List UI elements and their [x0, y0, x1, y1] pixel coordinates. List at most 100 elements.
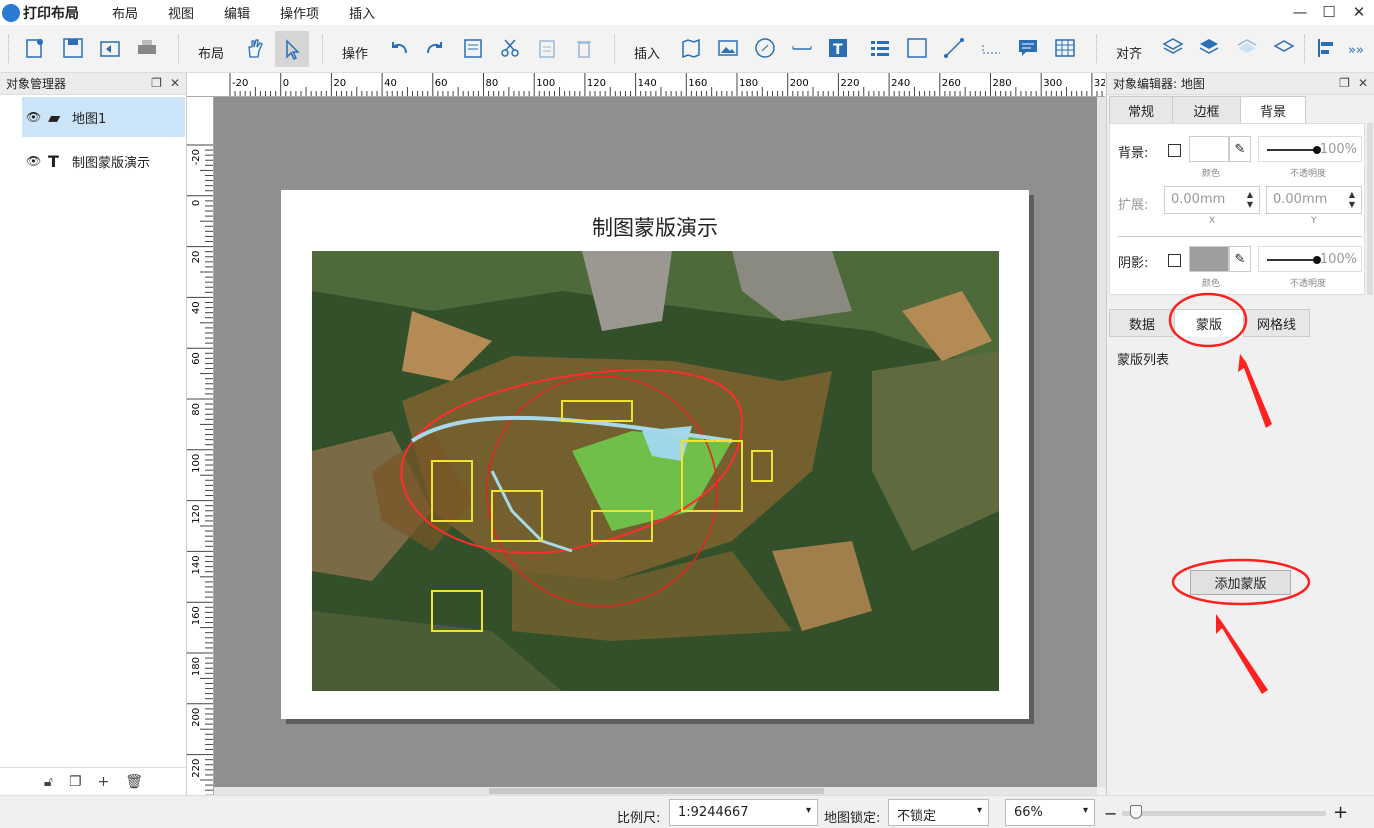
shadow-color-swatch[interactable]: [1189, 246, 1229, 272]
toolbar-group-operate: 操作: [342, 47, 369, 62]
insert-line-icon[interactable]: [941, 35, 967, 61]
background-checkbox[interactable]: [1168, 144, 1181, 157]
ruler-label: 180: [191, 657, 202, 676]
export-icon[interactable]: [97, 35, 123, 61]
mask-list-label: 蒙版列表: [1117, 353, 1170, 368]
align-left-icon[interactable]: [1314, 35, 1340, 61]
settings-scrollbar[interactable]: [1367, 123, 1373, 295]
copy-icon[interactable]: ❐: [69, 774, 82, 790]
insert-map-icon[interactable]: [678, 35, 704, 61]
visibility-eye-icon[interactable]: 👁: [26, 154, 42, 168]
tab-data[interactable]: 数据: [1109, 309, 1175, 337]
menu-edit[interactable]: 编辑: [224, 3, 250, 22]
map-lock-select[interactable]: 不锁定 ▾: [888, 799, 989, 826]
scale-select[interactable]: 1:9244667 ▾: [669, 799, 818, 826]
map-frame[interactable]: [312, 251, 999, 691]
minimize-button[interactable]: —: [1285, 2, 1315, 22]
toolbar-group-insert: 插入: [634, 47, 661, 62]
ruler-label: 100: [191, 454, 202, 473]
tab-gridlines[interactable]: 网格线: [1243, 309, 1310, 337]
paste-icon[interactable]: [534, 35, 560, 61]
undo-icon[interactable]: [386, 35, 412, 61]
print-icon[interactable]: [134, 35, 160, 61]
extend-x-spinbox[interactable]: 0.00mm ▲ ▼: [1164, 186, 1260, 214]
float-panel-icon[interactable]: ❐: [1339, 76, 1350, 90]
eyedropper-icon[interactable]: ✎: [1229, 246, 1251, 272]
map-lock-label: 地图锁定:: [824, 811, 881, 826]
canvas-horizontal-scrollbar[interactable]: [214, 787, 1097, 795]
close-panel-icon[interactable]: ✕: [1358, 76, 1368, 90]
background-color-swatch[interactable]: [1189, 136, 1229, 162]
copy-format-icon[interactable]: [460, 35, 486, 61]
menu-operations[interactable]: 操作项: [280, 3, 319, 22]
redo-icon[interactable]: [422, 35, 448, 61]
scale-label: 比例尺:: [617, 811, 661, 826]
bring-forward-icon[interactable]: [1196, 35, 1222, 61]
send-to-back-icon[interactable]: [1271, 35, 1297, 61]
cut-icon[interactable]: [497, 35, 523, 61]
page-title[interactable]: 制图蒙版演示: [281, 212, 1029, 242]
color-caption: 颜色: [1202, 279, 1221, 289]
tree-item-map1[interactable]: 👁 ▰ 地图1: [22, 97, 185, 137]
close-window-button[interactable]: ✕: [1344, 2, 1374, 22]
insert-rectangle-icon[interactable]: [904, 35, 930, 61]
insert-legend-icon[interactable]: [867, 35, 893, 61]
float-panel-icon[interactable]: ❐: [151, 76, 162, 90]
zoom-in-button[interactable]: +: [1333, 802, 1348, 823]
spin-arrows-icon[interactable]: ▲ ▼: [1247, 190, 1253, 210]
zoom-value: 66%: [1014, 805, 1043, 820]
background-opacity-slider[interactable]: 100%: [1258, 136, 1362, 162]
layout-page[interactable]: 制图蒙版演示: [281, 190, 1029, 719]
select-pointer-icon[interactable]: [275, 31, 309, 67]
slider-track: [1267, 259, 1315, 261]
app-title: 打印布局: [23, 5, 79, 22]
delete-icon[interactable]: 🗑︎: [125, 774, 143, 790]
lock-icon[interactable]: 🔓︎: [44, 774, 53, 790]
shadow-opacity-slider[interactable]: 100%: [1258, 246, 1362, 272]
insert-scalebar-icon[interactable]: [789, 35, 815, 61]
insert-image-icon[interactable]: [715, 35, 741, 61]
ruler-label: 300: [1043, 78, 1062, 89]
add-mask-button[interactable]: 添加蒙版: [1190, 570, 1291, 595]
pan-hand-icon[interactable]: [242, 35, 268, 61]
menu-view[interactable]: 视图: [168, 3, 194, 22]
toolbar-more-button[interactable]: »»: [1348, 43, 1364, 58]
zoom-slider[interactable]: [1122, 805, 1326, 819]
ruler-label: 320: [1094, 78, 1105, 89]
extend-y-spinbox[interactable]: 0.00mm ▲ ▼: [1266, 186, 1362, 214]
menu-layout[interactable]: 布局: [112, 3, 138, 22]
insert-polyline-icon[interactable]: [978, 35, 1004, 61]
zoom-select[interactable]: 66% ▾: [1005, 799, 1095, 826]
new-layout-icon[interactable]: [22, 35, 48, 61]
canvas-vertical-scrollbar[interactable]: [1097, 97, 1106, 787]
insert-text-icon[interactable]: T: [825, 35, 851, 61]
send-backward-icon[interactable]: [1234, 35, 1260, 61]
insert-compass-icon[interactable]: [752, 35, 778, 61]
shadow-checkbox[interactable]: [1168, 254, 1181, 267]
close-panel-icon[interactable]: ✕: [170, 76, 180, 90]
tab-general[interactable]: 常规: [1109, 96, 1173, 124]
visibility-eye-icon[interactable]: 👁: [26, 110, 42, 124]
save-icon[interactable]: [60, 35, 86, 61]
zoom-slider-knob[interactable]: [1130, 805, 1143, 819]
maximize-button[interactable]: ☐: [1314, 2, 1344, 22]
eyedropper-icon[interactable]: ✎: [1229, 136, 1251, 162]
ruler-label: 120: [587, 78, 606, 89]
ruler-label: 60: [191, 352, 202, 365]
tab-border[interactable]: 边框: [1172, 96, 1241, 124]
zoom-out-button[interactable]: −: [1104, 804, 1117, 823]
spin-arrows-icon[interactable]: ▲ ▼: [1349, 190, 1355, 210]
insert-table-icon[interactable]: [1052, 35, 1078, 61]
delete-icon[interactable]: [571, 35, 597, 61]
bring-to-front-icon[interactable]: [1160, 35, 1186, 61]
tab-mask[interactable]: 蒙版: [1174, 309, 1244, 337]
ruler-label: 140: [191, 555, 202, 574]
layout-canvas[interactable]: 制图蒙版演示: [214, 97, 1097, 787]
scrollbar-thumb[interactable]: [489, 788, 824, 794]
object-manager-title: 对象管理器: [6, 77, 67, 91]
menu-insert[interactable]: 插入: [349, 3, 375, 22]
tab-background[interactable]: 背景: [1240, 96, 1306, 124]
insert-callout-icon[interactable]: [1015, 35, 1041, 61]
tree-item-title-text[interactable]: 👁 T 制图蒙版演示: [22, 141, 185, 181]
add-icon[interactable]: +: [98, 774, 110, 790]
